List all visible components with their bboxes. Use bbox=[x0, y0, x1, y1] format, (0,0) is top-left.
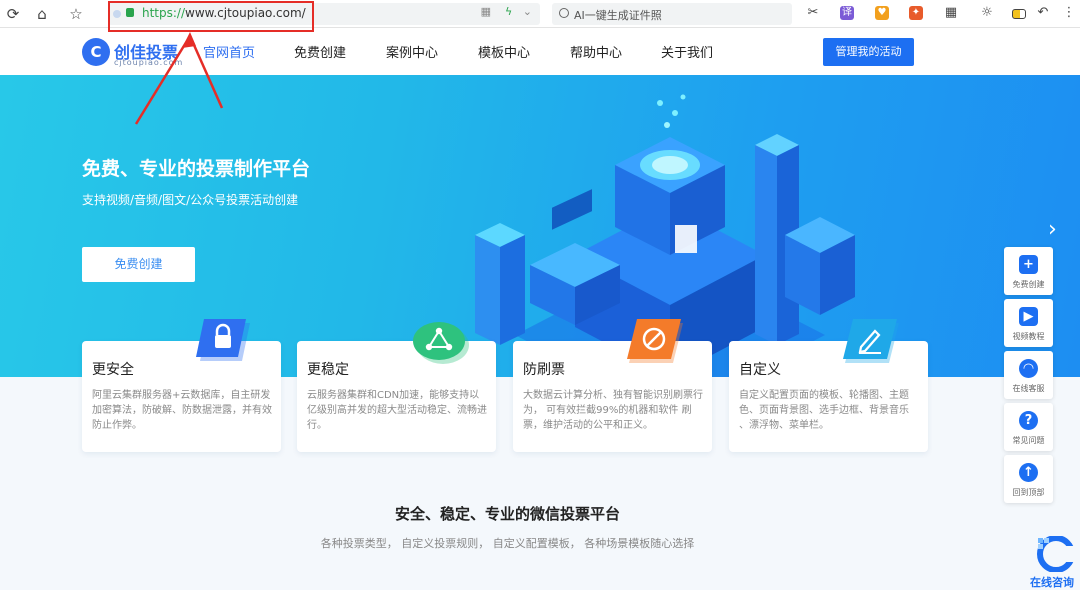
feature-desc: 大数据云计算分析、独有智能识别刷票行为， 可有效拦截99%的机器和软件 刷票，维… bbox=[523, 390, 703, 431]
slider-next-icon[interactable]: › bbox=[1048, 217, 1057, 242]
float-top-button[interactable]: ↑ 回到顶部 bbox=[1004, 455, 1053, 503]
brightness-icon[interactable]: ☼ bbox=[980, 6, 994, 20]
translate-icon[interactable]: 译 bbox=[840, 6, 854, 20]
scissors-icon[interactable]: ✂ bbox=[806, 6, 820, 20]
feature-desc: 自定义配置页面的模板、轮播图、主题色、页面背景图、选手边框、背景音乐 、漂浮物、… bbox=[739, 390, 909, 431]
section-title: 安全、稳定、专业的微信投票平台 bbox=[394, 505, 620, 523]
feature-card-anti-fraud: 防刷票 大数据云计算分析、独有智能识别刷票行为， 可有效拦截99%的机器和软件 … bbox=[513, 319, 712, 452]
feature-card-secure: 更安全 阿里云集群服务器+云数据库，自主研发加密算法，防破解、防数据泄露，并有效… bbox=[82, 319, 281, 452]
plus-icon: + bbox=[1019, 255, 1038, 274]
undo-icon[interactable]: ↶ bbox=[1036, 6, 1050, 20]
battery-icon[interactable] bbox=[1012, 9, 1026, 19]
red-arrow-annotation bbox=[134, 32, 224, 125]
more-icon[interactable]: ⋮ bbox=[1062, 6, 1076, 20]
nav-templates[interactable]: 模板中心 bbox=[478, 42, 530, 61]
hero-subtitle: 支持视频/音频/图文/公众号投票活动创建 bbox=[82, 193, 299, 207]
float-label: 常见问题 bbox=[1012, 436, 1045, 445]
grid-icon[interactable]: ▦ bbox=[944, 6, 958, 20]
lock-icon bbox=[196, 319, 250, 361]
bookmark-star-icon[interactable]: ☆ bbox=[66, 4, 86, 24]
nav-cases[interactable]: 案例中心 bbox=[386, 42, 438, 61]
question-icon: ? bbox=[1019, 411, 1038, 430]
search-placeholder: AI一键生成证件照 bbox=[574, 9, 662, 22]
feature-card-custom: 自定义 自定义配置页面的模板、轮播图、主题色、页面背景图、选手边框、背景音乐 、… bbox=[729, 319, 928, 452]
float-label: 免费创建 bbox=[1012, 280, 1045, 289]
feature-title: 防刷票 bbox=[523, 362, 565, 378]
share-nodes-icon bbox=[413, 322, 469, 364]
online-consult-label[interactable]: 在线咨询 bbox=[1030, 574, 1074, 590]
headset-icon: ◠ bbox=[1019, 359, 1038, 378]
home-icon[interactable]: ⌂ bbox=[32, 4, 52, 24]
hero-title: 免费、专业的投票制作平台 bbox=[82, 158, 311, 180]
nav-help[interactable]: 帮助中心 bbox=[570, 42, 622, 61]
chevron-down-icon[interactable]: ⌄ bbox=[523, 5, 532, 18]
logo-icon[interactable]: C bbox=[82, 38, 110, 66]
feature-title: 自定义 bbox=[739, 362, 781, 378]
nav-create[interactable]: 免费创建 bbox=[294, 42, 346, 61]
float-label: 在线客服 bbox=[1012, 384, 1045, 393]
float-service-button[interactable]: ◠ 在线客服 bbox=[1004, 351, 1053, 399]
ban-icon bbox=[627, 319, 683, 363]
game-extension-icon[interactable]: ✦ bbox=[909, 6, 923, 20]
float-video-button[interactable]: ▶ 视频教程 bbox=[1004, 299, 1053, 347]
manage-activities-button[interactable]: 管理我的活动 bbox=[823, 38, 914, 66]
qr-icon[interactable]: ▦ bbox=[481, 5, 491, 18]
nav-about[interactable]: 关于我们 bbox=[661, 42, 713, 61]
shield-extension-icon[interactable]: ♥ bbox=[875, 6, 889, 20]
section-subtitle: 各种投票类型， 自定义投票规则， 自定义配置模板， 各种场景模板随心选择 bbox=[320, 537, 695, 550]
feature-title: 更安全 bbox=[92, 362, 134, 378]
search-icon bbox=[559, 8, 569, 18]
arrow-up-icon: ↑ bbox=[1019, 463, 1038, 482]
video-icon: ▶ bbox=[1019, 307, 1038, 326]
feature-title: 更稳定 bbox=[307, 362, 349, 378]
float-faq-button[interactable]: ? 常见问题 bbox=[1004, 403, 1053, 451]
feature-desc: 阿里云集群服务器+云数据库，自主研发加密算法，防破解、防数据泄露，并有效防止作弊… bbox=[92, 390, 272, 431]
edit-icon bbox=[843, 319, 899, 363]
browser-search-box[interactable]: AI一键生成证件照 bbox=[552, 3, 792, 25]
feature-desc: 云服务器集群和CDN加速，能够支持以亿级别高并发的超大型活动稳定、流畅进行。 bbox=[307, 390, 487, 431]
url-tools[interactable]: ▦ ϟ ⌄ bbox=[481, 5, 532, 18]
hero-create-button[interactable]: 免费创建 bbox=[82, 247, 195, 282]
chat-logo-icon[interactable] bbox=[1036, 536, 1076, 572]
float-create-button[interactable]: + 免费创建 bbox=[1004, 247, 1053, 295]
lightning-icon[interactable]: ϟ bbox=[505, 5, 512, 18]
float-label: 回到顶部 bbox=[1012, 488, 1045, 497]
reload-icon[interactable]: ⟳ bbox=[3, 4, 23, 24]
float-label: 视频教程 bbox=[1012, 332, 1045, 341]
feature-card-stable: 更稳定 云服务器集群和CDN加速，能够支持以亿级别高并发的超大型活动稳定、流畅进… bbox=[297, 322, 496, 452]
